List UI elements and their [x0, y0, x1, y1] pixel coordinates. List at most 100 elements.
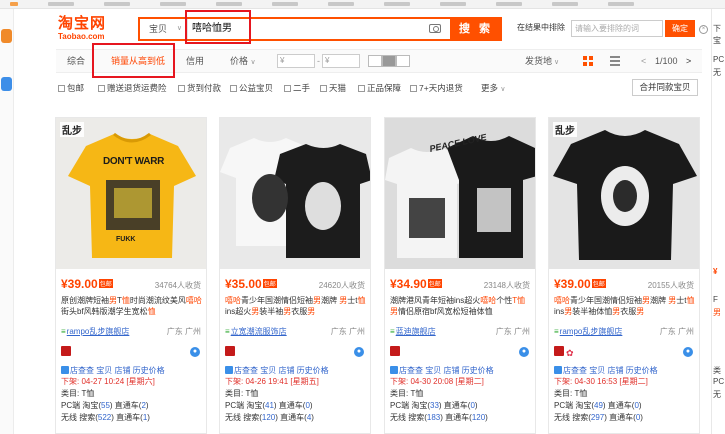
filter-genuine[interactable]: 正品保障: [358, 82, 401, 94]
sort-sales-desc[interactable]: 销量从高到低: [111, 50, 165, 73]
shop-link[interactable]: ≡rampo乱步旗舰店: [554, 326, 622, 337]
tool-links[interactable]: 店查查 宝贝 店铺 历史价格: [225, 365, 329, 376]
chat-icon[interactable]: ●: [683, 347, 693, 357]
tool-links[interactable]: 店查查 宝贝 店铺 历史价格: [390, 365, 494, 376]
exclude-label: 在结果中排除: [517, 23, 565, 32]
sort-comprehensive[interactable]: 综合: [67, 50, 85, 73]
tool-icon: [554, 366, 562, 374]
chat-icon[interactable]: ●: [190, 347, 200, 357]
listing-time: 下架: 04-26 19:41 [星期五]: [225, 377, 319, 386]
confirm-button[interactable]: 确定: [665, 20, 695, 37]
sales-count: 20155人收货: [647, 281, 694, 290]
product-title[interactable]: 嘻哈青少年国潮情侣短袖男潮牌 男士t恤ins男装半袖体恤男衣服男: [554, 295, 696, 317]
tshirt-image: [56, 118, 206, 269]
filter-free-shipping[interactable]: 包邮: [58, 82, 84, 94]
product-image[interactable]: 乱步 DON'T WARR FUKK: [56, 118, 206, 269]
sort-credit[interactable]: 信用: [186, 50, 204, 73]
pc-stats: PC端 淘宝(41) 直通车(0): [225, 401, 313, 410]
taobao-logo[interactable]: 淘宝网 Taobao.com: [58, 15, 118, 43]
shop-link[interactable]: ≡rampo乱步旗舰店: [61, 326, 129, 337]
chevron-down-icon: ∨: [176, 25, 182, 32]
seller-badge-icon: [554, 346, 564, 356]
seller-badge-icon: [61, 346, 71, 356]
list-view-icon[interactable]: [610, 56, 620, 66]
filter-return-insurance[interactable]: 赠送退货运费险: [98, 82, 167, 94]
ship-from-select[interactable]: 发货地 ∨: [525, 50, 559, 73]
price-value: ¥39.00: [554, 277, 591, 291]
product-card[interactable]: 乱步 DON'T WARR FUKK ¥39.00 包邮 34764人收货 原创潮…: [55, 117, 207, 434]
filter-charity[interactable]: 公益宝贝: [230, 82, 273, 94]
category-label: 宝贝: [149, 24, 168, 34]
shop-link[interactable]: ≡蓝迪旗舰店: [390, 326, 436, 337]
exclude-input[interactable]: 请输入要排除的词: [571, 20, 663, 37]
product-title[interactable]: 嘻哈青少年国潮情侣短袖男潮牌 男士t恤ins超火男装半袖男衣服男: [225, 295, 367, 317]
right-partial-column: 下 宝 PC 无 ¥ F 男 类 PC 无: [711, 9, 725, 434]
tool-icon: [390, 366, 398, 374]
badges: [390, 346, 402, 357]
filter-7day-return[interactable]: 7+天内退货: [410, 82, 463, 94]
shop-location: 广东 广州: [659, 327, 694, 336]
filter-label: 7+天内退货: [419, 83, 463, 93]
checkbox-icon: [98, 85, 105, 92]
product-card[interactable]: PEACE LOVE ¥34.90 包邮 23148人收货 潮牌港风青年短袖ins…: [384, 117, 536, 434]
shop-name: rampo乱步旗舰店: [559, 327, 623, 336]
shop-link[interactable]: ≡立宽潮流服饰店: [225, 326, 287, 337]
partial-text: ¥: [713, 267, 718, 276]
chevron-down-icon: ∨: [552, 59, 560, 66]
app-icon[interactable]: [1, 29, 12, 43]
checkbox-icon: [320, 85, 327, 92]
checkbox-icon: [230, 85, 237, 92]
product-card[interactable]: 乱步 ¥39.00 包邮 20155人收货 嘻哈青少年国潮情侣短袖男潮牌 男士t恤…: [548, 117, 700, 434]
bookmarks-bar: [0, 0, 725, 9]
product-image[interactable]: PEACE LOVE: [385, 118, 535, 269]
filter-cod[interactable]: 货到付款: [178, 82, 221, 94]
search-input[interactable]: 嘻哈恤男: [192, 19, 232, 39]
search-button[interactable]: 搜 索: [450, 17, 502, 41]
seller-badge-icon: [225, 346, 235, 356]
shop-location: 广东 广州: [495, 327, 530, 336]
filter-secondhand[interactable]: 二手: [284, 82, 310, 94]
checkbox-icon: [284, 85, 291, 92]
category: 类目: T恤: [61, 389, 95, 398]
listing-time: 下架: 04-30 20:08 [星期二]: [390, 377, 484, 386]
category: 类目: T恤: [390, 389, 424, 398]
product-title[interactable]: 原创潮牌短袖男T恤时尚潮流纹美风嘻哈街头bf风韩版潮学生宽松恤: [61, 295, 203, 317]
product-card[interactable]: ¥35.00 包邮 24620人收货 嘻哈青少年国潮情侣短袖男潮牌 男士t恤ins…: [219, 117, 371, 434]
product-price: ¥39.00 包邮: [554, 277, 606, 291]
sort-price[interactable]: 价格 ∨: [230, 50, 256, 73]
sales-count: 23148人收货: [483, 281, 530, 290]
checkbox-icon: [58, 85, 65, 92]
partial-text: PC: [713, 55, 725, 64]
sales-count: 34764人收货: [154, 281, 201, 290]
prev-page-icon[interactable]: <: [641, 50, 646, 73]
shop-location: 广东 广州: [330, 327, 365, 336]
product-image[interactable]: [220, 118, 370, 269]
product-image[interactable]: 乱步: [549, 118, 699, 269]
camera-icon[interactable]: [429, 24, 441, 33]
merge-same-items-button[interactable]: 合并同款宝贝: [632, 79, 698, 96]
app-icon[interactable]: [1, 77, 12, 91]
brand-watermark: 乱步: [60, 122, 84, 137]
price-min-input[interactable]: ¥: [277, 54, 315, 68]
filter-more[interactable]: 更多 ∨: [481, 82, 506, 94]
next-page-icon[interactable]: >: [686, 50, 691, 73]
sort-price-label: 价格: [230, 56, 249, 66]
price-max-input[interactable]: ¥: [322, 54, 360, 68]
view-toggle[interactable]: [368, 55, 382, 67]
search-category-select[interactable]: 宝贝 ∨: [140, 19, 188, 39]
partial-text: F: [713, 295, 718, 304]
filter-tmall[interactable]: 天猫: [320, 82, 346, 94]
tshirt-image: [549, 118, 699, 269]
view-toggle[interactable]: [382, 55, 396, 67]
product-title[interactable]: 潮牌港风青年短袖ins超火嘻哈个性T恤男情侣原宿bf风宽松短袖体恤: [390, 295, 532, 317]
seller-badge-icon: [390, 346, 400, 356]
tool-links[interactable]: 店查查 宝贝 店铺 历史价格: [554, 365, 658, 376]
view-toggle[interactable]: [396, 55, 410, 67]
chat-icon[interactable]: ●: [354, 347, 364, 357]
wireless-stats: 无线 搜索(522) 直通车(1): [61, 413, 150, 422]
price-value: ¥39.00: [61, 277, 98, 291]
close-icon[interactable]: ×: [699, 25, 708, 34]
chat-icon[interactable]: ●: [519, 347, 529, 357]
grid-view-icon[interactable]: [583, 56, 593, 66]
tool-links[interactable]: 店查查 宝贝 店铺 历史价格: [61, 365, 165, 376]
